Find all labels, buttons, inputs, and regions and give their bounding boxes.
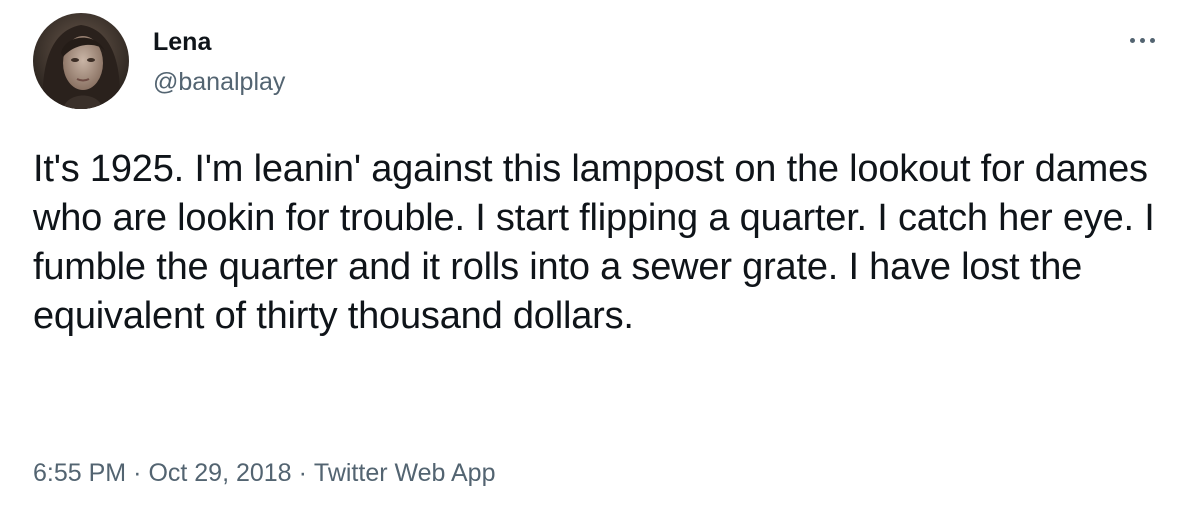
profile-photo-icon [33,13,129,109]
avatar[interactable] [33,13,129,109]
tweet-source: Twitter Web App [313,459,496,487]
more-horizontal-icon [1129,37,1135,43]
separator: · [133,459,142,487]
user-handle[interactable]: @banalplay [153,67,285,97]
more-options-button[interactable] [1124,26,1160,54]
tweet-text: It's 1925. I'm leanin' against this lamp… [33,148,1155,337]
tweet-card: Lena @banalplay It's 1925. I'm leanin' a… [0,0,1192,518]
tweet-metadata: 6:55 PM · Oct 29, 2018 · Twitter Web App [33,457,496,489]
more-horizontal-icon [1139,37,1145,43]
more-horizontal-icon [1149,37,1155,43]
separator: · [298,459,307,487]
tweet-time[interactable]: 6:55 PM [33,459,126,487]
user-name[interactable]: Lena [153,27,211,57]
tweet-date[interactable]: Oct 29, 2018 [148,459,291,487]
